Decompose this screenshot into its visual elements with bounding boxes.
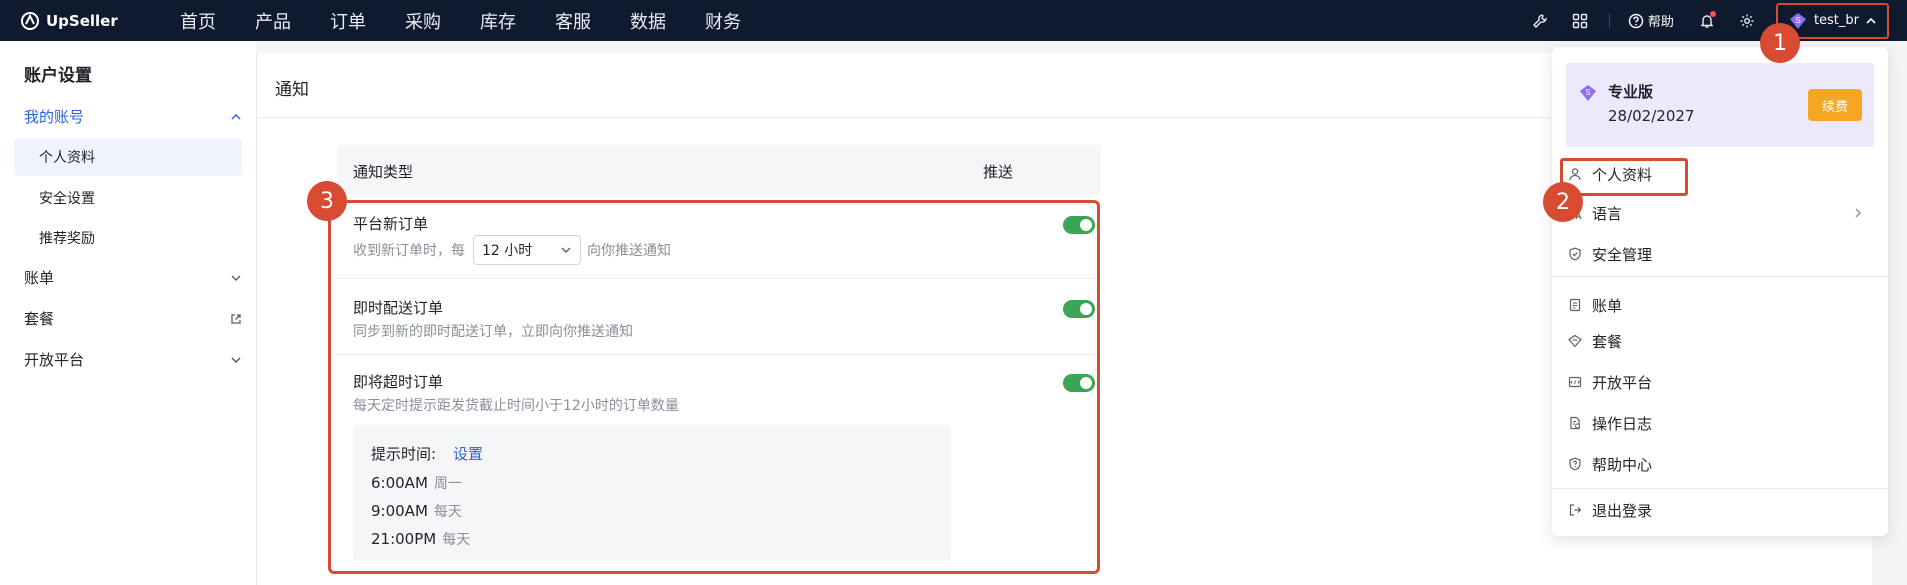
menu-label: 开放平台 xyxy=(1592,373,1653,392)
menu-label: 安全管理 xyxy=(1592,245,1653,264)
chevron-right-icon xyxy=(1855,208,1861,218)
logout-icon xyxy=(1569,504,1582,516)
chevron-up-icon xyxy=(231,113,241,120)
nav-purchase[interactable]: 采购 xyxy=(405,8,441,34)
sidebar-sub-profile[interactable]: 个人资料 xyxy=(14,138,242,176)
svg-text:S: S xyxy=(1585,88,1590,97)
upseller-logo-icon xyxy=(21,11,39,30)
page-title: 通知 xyxy=(275,80,309,100)
menu-label: 退出登录 xyxy=(1592,501,1653,520)
sidebar-sub-label: 推荐奖励 xyxy=(39,231,95,247)
menu-label: 帮助中心 xyxy=(1592,455,1653,474)
annotation-badge-2: 2 xyxy=(1543,182,1583,222)
sidebar-sub-security[interactable]: 安全设置 xyxy=(14,179,242,217)
sidebar-item-label: 套餐 xyxy=(24,310,55,328)
sidebar-sub-referral[interactable]: 推荐奖励 xyxy=(14,219,242,257)
sidebar-title: 账户设置 xyxy=(24,66,92,86)
sidebar-item-open-platform[interactable]: 开放平台 xyxy=(24,349,242,370)
menu-item-open-platform[interactable]: 开放平台 xyxy=(1568,367,1874,397)
table-header: 通知类型 推送 xyxy=(337,145,1101,195)
top-navbar: UpSeller 首页 产品 订单 采购 库存 客服 数据 财务 帮助 S te… xyxy=(0,0,1907,41)
menu-divider xyxy=(1552,488,1888,489)
header-divider xyxy=(1608,12,1610,29)
menu-label: 账单 xyxy=(1592,296,1623,315)
menu-item-operation-log[interactable]: 操作日志 xyxy=(1568,408,1874,438)
nav-products[interactable]: 产品 xyxy=(255,8,291,34)
log-file-icon xyxy=(1570,416,1580,430)
nav-customer-service[interactable]: 客服 xyxy=(555,8,591,34)
sidebar-sub-label: 个人资料 xyxy=(39,150,95,166)
wrench-icon[interactable] xyxy=(1529,10,1551,32)
logo-text: UpSeller xyxy=(46,11,118,30)
settings-sidebar: 账户设置 我的账号 个人资料 安全设置 推荐奖励 账单 套餐 开放平台 xyxy=(0,41,256,585)
sidebar-item-label: 我的账号 xyxy=(24,108,85,126)
menu-item-help-center[interactable]: 帮助中心 xyxy=(1568,449,1874,479)
menu-item-billing[interactable]: 账单 xyxy=(1568,290,1874,320)
header-tools: 帮助 S test_br xyxy=(1529,0,1907,41)
plan-name: 专业版 xyxy=(1608,83,1654,101)
plan-expiry-date: 28/02/2027 xyxy=(1608,107,1695,125)
renew-button[interactable]: 续费 xyxy=(1808,89,1862,121)
diamond-icon xyxy=(1568,334,1582,348)
sidebar-item-billing[interactable]: 账单 xyxy=(24,267,242,288)
sidebar-sub-label: 安全设置 xyxy=(39,191,95,207)
svg-text:S: S xyxy=(1795,16,1800,25)
bell-icon[interactable] xyxy=(1696,10,1718,32)
sidebar-item-plan[interactable]: 套餐 xyxy=(24,308,242,329)
annotation-badge-1: 1 xyxy=(1760,23,1800,63)
apps-grid-icon[interactable] xyxy=(1569,10,1591,32)
chevron-down-icon xyxy=(231,356,241,363)
help-button[interactable]: 帮助 xyxy=(1628,11,1674,30)
shield-icon xyxy=(1569,247,1581,261)
chevron-down-icon xyxy=(231,274,241,281)
nav-finance[interactable]: 财务 xyxy=(705,8,741,34)
help-circle-icon xyxy=(1628,13,1644,28)
nav-orders[interactable]: 订单 xyxy=(330,8,366,34)
menu-label: 套餐 xyxy=(1592,332,1623,351)
user-dropdown-menu: S 专业版 28/02/2027 续费 个人资料 语言 安全管理 账单 套餐 开… xyxy=(1552,47,1888,536)
menu-item-security[interactable]: 安全管理 xyxy=(1568,239,1874,269)
sidebar-item-label: 开放平台 xyxy=(24,351,85,369)
help-shield-icon xyxy=(1569,457,1581,471)
sidebar-item-my-account[interactable]: 我的账号 xyxy=(24,106,242,127)
nav-home[interactable]: 首页 xyxy=(180,8,216,34)
plan-diamond-icon: S xyxy=(1580,85,1596,101)
menu-divider xyxy=(1552,276,1888,277)
upseller-logo[interactable]: UpSeller xyxy=(20,11,160,31)
nav-inventory[interactable]: 库存 xyxy=(480,8,516,34)
gear-icon[interactable] xyxy=(1736,10,1758,32)
main-nav: 首页 产品 订单 采购 库存 客服 数据 财务 xyxy=(180,8,780,34)
api-icon xyxy=(1568,376,1582,388)
help-label: 帮助 xyxy=(1647,15,1674,30)
sidebar-item-label: 账单 xyxy=(24,269,55,287)
plan-card: S 专业版 28/02/2027 续费 xyxy=(1566,63,1874,147)
username: test_br xyxy=(1813,13,1859,28)
menu-label: 操作日志 xyxy=(1592,414,1653,433)
menu-item-logout[interactable]: 退出登录 xyxy=(1568,495,1874,525)
menu-item-language[interactable]: 语言 xyxy=(1568,198,1874,228)
menu-item-plan[interactable]: 套餐 xyxy=(1568,326,1874,356)
menu-label: 语言 xyxy=(1592,204,1623,223)
column-header-push: 推送 xyxy=(983,163,1014,181)
external-link-icon xyxy=(231,313,241,324)
bill-icon xyxy=(1569,298,1581,312)
annotation-badge-3: 3 xyxy=(307,181,347,221)
annotation-box-notifications xyxy=(328,200,1100,574)
chevron-up-icon xyxy=(1866,17,1876,24)
notification-dot xyxy=(1709,10,1716,17)
column-header-type: 通知类型 xyxy=(353,163,414,181)
nav-data[interactable]: 数据 xyxy=(630,8,666,34)
